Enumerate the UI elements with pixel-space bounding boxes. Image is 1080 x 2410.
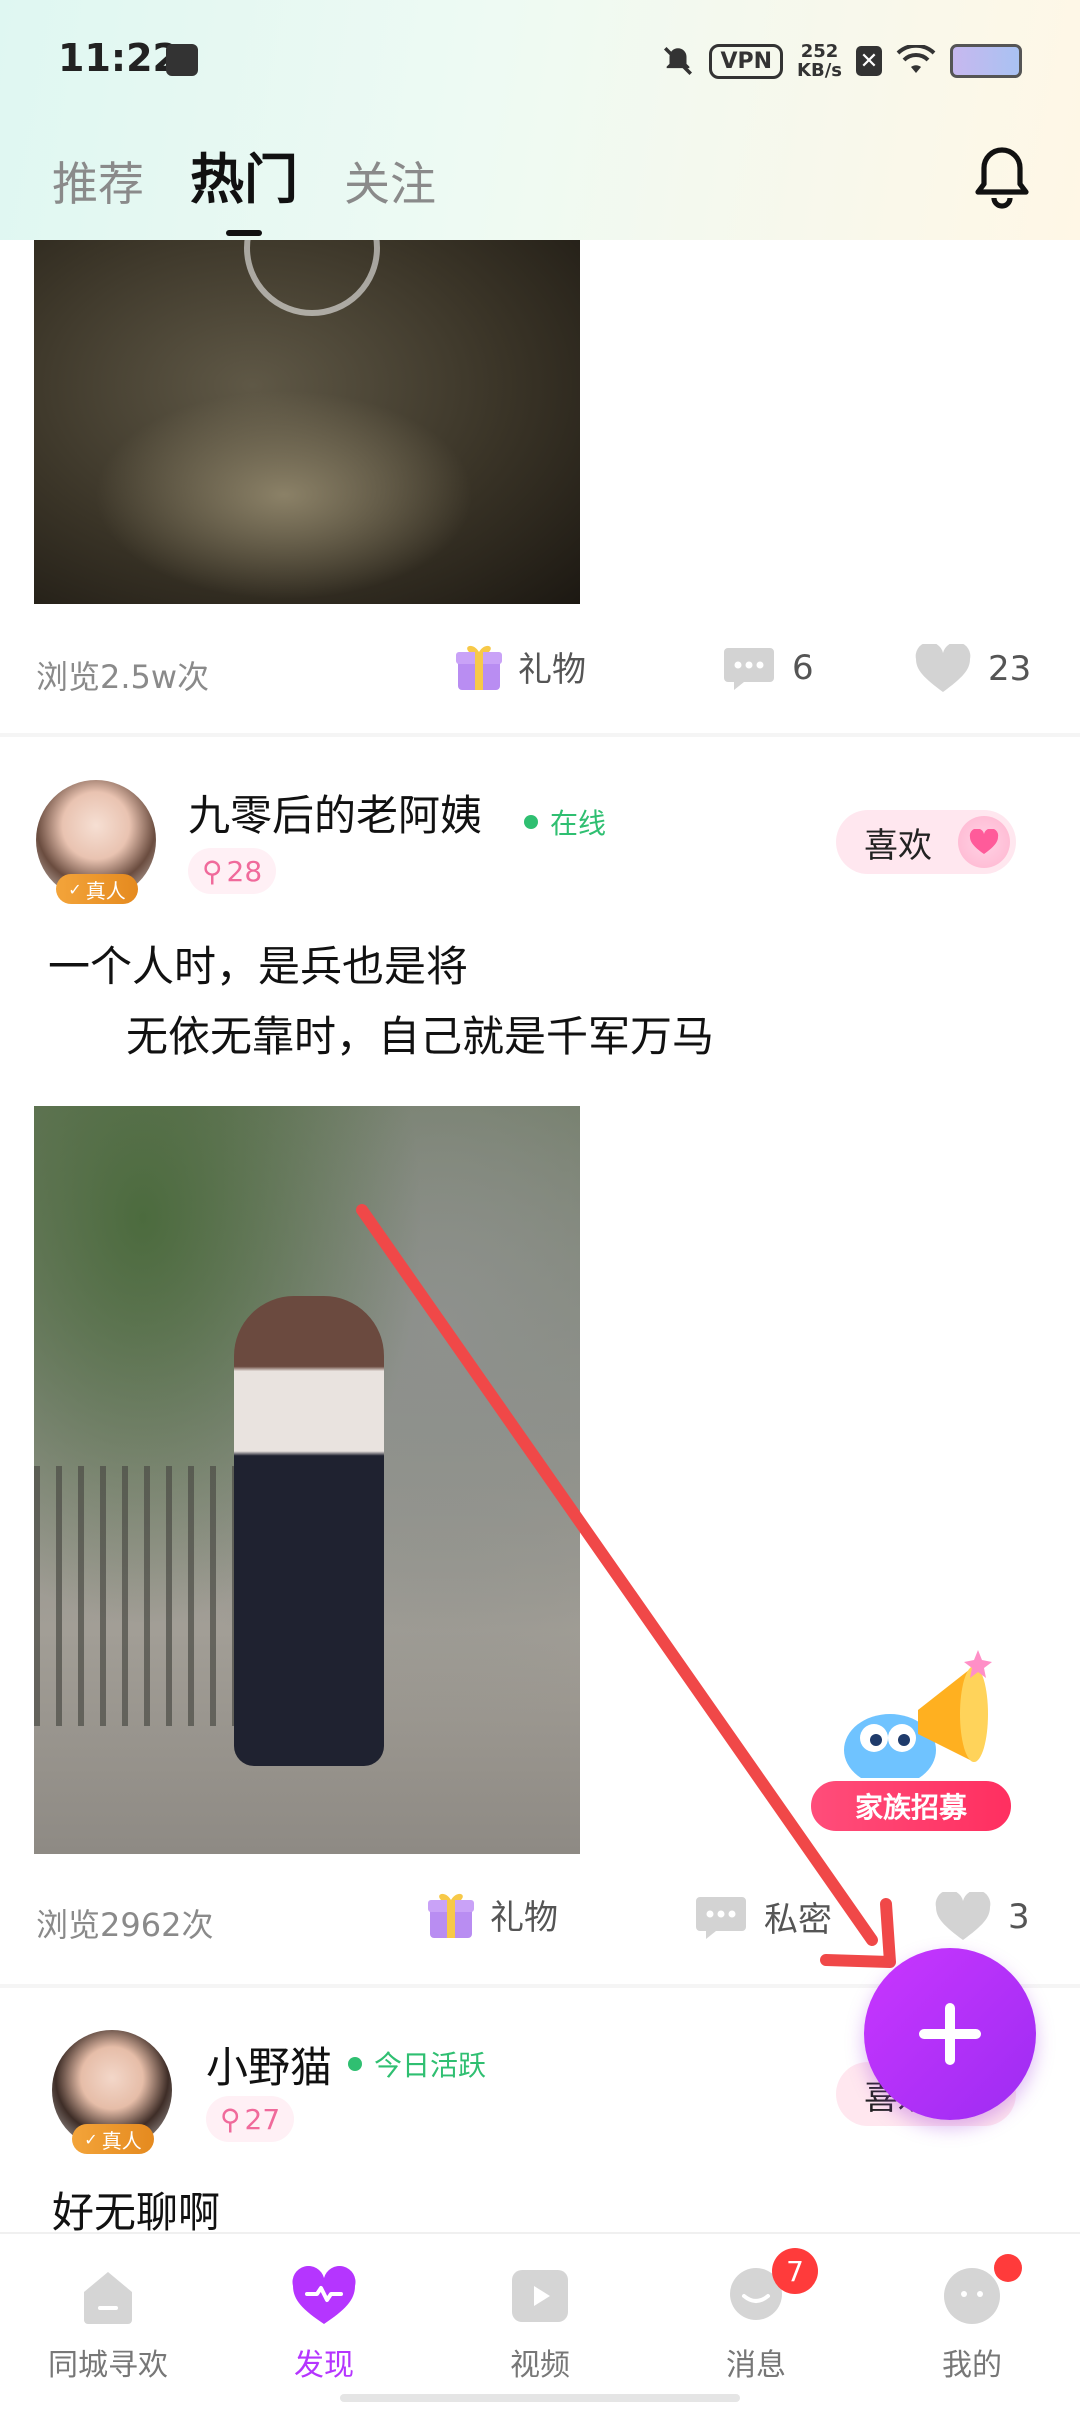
like-button[interactable]: 喜欢 [836, 810, 1016, 874]
private-chat-button[interactable]: 私密 [694, 1892, 832, 1941]
comment-count: 6 [792, 648, 814, 688]
private-chat-label: 私密 [764, 1900, 832, 1940]
home-icon [84, 2272, 132, 2324]
like-count: 3 [1008, 1897, 1030, 1937]
status-time: 11:22 [58, 36, 179, 80]
gift-button[interactable]: 礼物 [426, 1888, 558, 1940]
status-bar: 11:22 VPN 252 KB/s ✕ [0, 0, 1080, 125]
like-count-button[interactable]: 23 [914, 644, 1031, 694]
status-icons: VPN 252 KB/s ✕ [661, 42, 1022, 80]
gift-label: 礼物 [490, 1897, 558, 1938]
gift-label: 礼物 [518, 649, 586, 690]
nav-messages[interactable]: 消息 7 [648, 2234, 864, 2410]
tab-recommend[interactable]: 推荐 [52, 148, 144, 214]
home-indicator [340, 2394, 740, 2402]
megaphone-mascot-icon [844, 1650, 992, 1786]
bell-icon[interactable] [970, 144, 1034, 212]
nav-discover[interactable]: 发现 [216, 2234, 432, 2410]
comment-button[interactable]: 6 [722, 644, 814, 692]
online-status: 在线 [524, 802, 606, 842]
railing [34, 1466, 234, 1726]
level-badge: ⚲ 27 [206, 2096, 295, 2142]
bottom-nav: 同城寻欢 发现 视频 消息 7 我的 [0, 2232, 1080, 2410]
online-dot [348, 2057, 362, 2071]
nav-profile[interactable]: 我的 [864, 2234, 1080, 2410]
level-badge: ⚲ 28 [188, 848, 277, 894]
heart-icon [935, 1892, 991, 1940]
feed-tabs: 推荐 热门 关注 [52, 135, 436, 236]
heart-pulse-icon [292, 2266, 356, 2324]
post-views: 浏览2962次 [36, 1906, 214, 1944]
like-count: 23 [988, 649, 1032, 689]
like-count-button[interactable]: 3 [934, 1892, 1030, 1942]
battery-icon [950, 44, 1022, 78]
username[interactable]: 小野猫 [206, 2034, 332, 2095]
calendar-icon [166, 44, 198, 76]
profile-icon [944, 2268, 1000, 2324]
family-recruit-sticker[interactable]: 家族招募 [808, 1640, 1018, 1840]
wifi-icon [896, 45, 936, 73]
comment-icon [724, 648, 774, 690]
person-figure [234, 1296, 384, 1766]
notification-dot [994, 2254, 1022, 2282]
unread-badge: 7 [772, 2248, 818, 2294]
nav-video[interactable]: 视频 [432, 2234, 648, 2410]
mute-bell-icon [664, 46, 693, 76]
online-status: 今日活跃 [348, 2044, 486, 2084]
post-separator [0, 733, 1080, 737]
vpn-badge: VPN [709, 43, 784, 79]
family-recruit-label: 家族招募 [808, 1778, 1014, 1834]
online-dot [524, 815, 538, 829]
post-text-line-1: 一个人时，是兵也是将 [48, 942, 469, 991]
real-person-badge: ✓ 真人 [72, 2124, 154, 2154]
create-post-button[interactable] [864, 1948, 1036, 2120]
chat-icon [696, 1896, 746, 1939]
username[interactable]: 九零后的老阿姨 [188, 782, 482, 843]
nav-nearby[interactable]: 同城寻欢 [0, 2234, 216, 2410]
plus-icon [919, 2003, 981, 2065]
post-views: 浏览2.5w次 [36, 658, 210, 696]
search-icon: ⚲ [202, 854, 223, 888]
tab-follow[interactable]: 关注 [344, 148, 436, 214]
gift-icon [428, 1893, 474, 1938]
gift-icon [456, 645, 502, 690]
pink-heart-icon [958, 816, 1010, 868]
post-text-line-2: 无依无靠时，自己就是千军万马 [126, 1012, 715, 1061]
sim-off-icon: ✕ [856, 46, 882, 76]
post-photo[interactable] [34, 1106, 580, 1854]
gift-button[interactable]: 礼物 [454, 640, 586, 692]
search-icon: ⚲ [220, 2102, 241, 2136]
tab-hot[interactable]: 热门 [190, 135, 298, 236]
real-person-badge: ✓ 真人 [56, 874, 138, 904]
video-icon [512, 2270, 568, 2322]
network-speed: 252 KB/s [797, 41, 842, 81]
heart-icon [915, 644, 971, 692]
